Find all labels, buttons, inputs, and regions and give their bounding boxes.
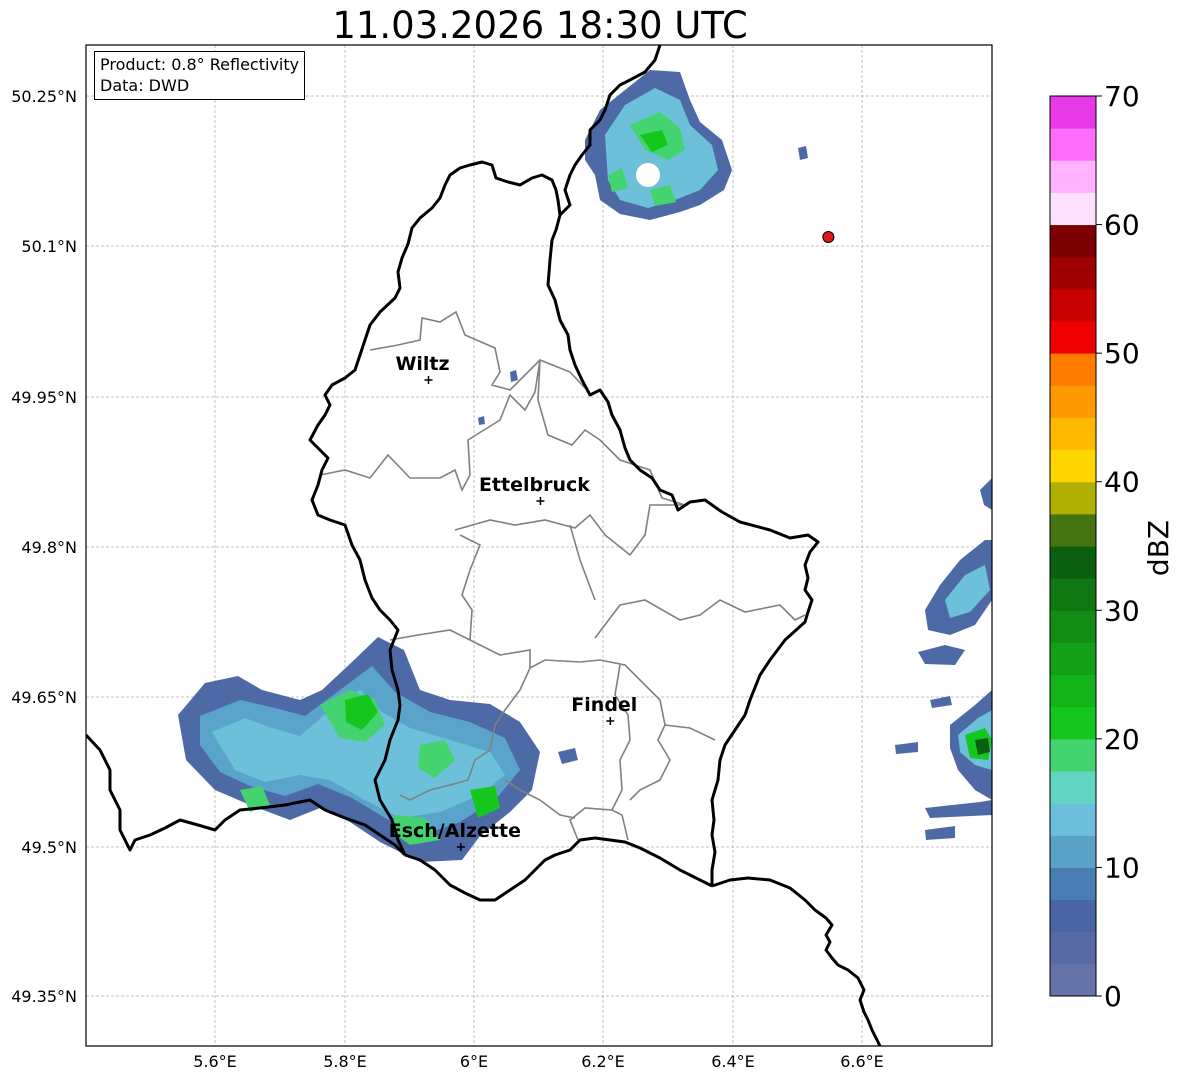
colorbar-segment [1050, 192, 1096, 226]
city-label: Esch/Alzette [389, 820, 521, 842]
radar-map: 50.25°N 50.1°N 49.95°N 49.8°N 49.65°N 49… [11, 44, 1175, 1071]
colorbar-ticks: 0 10 20 30 40 50 60 70 [1096, 80, 1140, 1013]
colorbar-segment [1050, 899, 1096, 933]
colorbar-segment [1050, 706, 1096, 740]
colorbar-tick-label: 50 [1104, 337, 1140, 370]
lon-label: 6.6°E [840, 1052, 884, 1071]
city-label: Findel [571, 694, 637, 716]
city-label: Wiltz [395, 353, 449, 375]
latitude-labels: 50.25°N 50.1°N 49.95°N 49.8°N 49.65°N 49… [11, 87, 77, 1006]
colorbar-segment [1050, 385, 1096, 418]
colorbar-segment [1050, 738, 1096, 772]
city-label: Ettelbruck [479, 474, 590, 496]
info-box: Product: 0.8° Reflectivity Data: DWD [94, 51, 306, 100]
lon-label: 5.6°E [193, 1052, 237, 1071]
colorbar-segment [1050, 642, 1096, 676]
lat-label: 50.1°N [21, 237, 77, 256]
country-borders [86, 45, 882, 1046]
precipitation-echo-east [478, 370, 992, 840]
colorbar-tick-label: 70 [1104, 80, 1140, 113]
colorbar-segment [1050, 546, 1096, 579]
lon-label: 6°E [460, 1052, 488, 1071]
colorbar-tick-label: 60 [1104, 209, 1140, 242]
lat-label: 49.65°N [11, 688, 77, 707]
city-wiltz: Wiltz [395, 353, 450, 384]
colorbar-tick-label: 20 [1104, 723, 1140, 756]
colorbar-segment [1050, 96, 1096, 129]
colorbar-segment [1050, 417, 1096, 451]
longitude-labels: 5.6°E 5.8°E 6°E 6.2°E 6.4°E 6.6°E [193, 1052, 884, 1071]
colorbar-segment [1050, 513, 1096, 547]
colorbar-tick-label: 10 [1104, 851, 1140, 884]
colorbar-segment [1050, 160, 1096, 193]
colorbar-segment [1050, 578, 1096, 611]
city-ettelbruck: Ettelbruck [479, 474, 590, 505]
colorbar-segment [1050, 771, 1096, 804]
lat-label: 50.25°N [11, 87, 77, 106]
colorbar-segment [1050, 224, 1096, 258]
map-frame [85, 44, 993, 1047]
colorbar-segment [1050, 128, 1096, 161]
colorbar-segment [1050, 674, 1096, 708]
lon-label: 5.8°E [323, 1052, 367, 1071]
colorbar-label: dBZ [1142, 520, 1175, 576]
colorbar-segment [1050, 867, 1096, 901]
city-findel: Findel [571, 694, 637, 725]
radar-site-marker[interactable] [822, 231, 835, 243]
colorbar-segment [1050, 321, 1096, 354]
colorbar-segment [1050, 835, 1096, 868]
colorbar-segment [1050, 449, 1096, 483]
colorbar-tick-label: 0 [1104, 980, 1122, 1013]
colorbar-segment [1050, 256, 1096, 290]
colorbar-segment [1050, 288, 1096, 322]
colorbar-segment [1050, 963, 1096, 997]
colorbar-segment [1050, 353, 1096, 386]
colorbar-segment [1050, 610, 1096, 643]
lat-label: 49.35°N [11, 987, 77, 1006]
colorbar-tick-label: 30 [1104, 594, 1140, 627]
colorbar-tick-label: 40 [1104, 466, 1140, 499]
lat-label: 49.8°N [21, 538, 77, 557]
colorbar-segment [1050, 931, 1096, 965]
lat-label: 49.5°N [21, 838, 77, 857]
product-text: Product: 0.8° Reflectivity [100, 55, 300, 74]
precipitation-echo-north [585, 70, 808, 220]
colorbar [1049, 95, 1097, 997]
data-source-text: Data: DWD [100, 76, 190, 95]
lon-label: 6.2°E [581, 1052, 625, 1071]
grid-lines [86, 45, 992, 1046]
lat-label: 49.95°N [11, 388, 77, 407]
lon-label: 6.4°E [711, 1052, 755, 1071]
colorbar-segment [1050, 803, 1096, 836]
colorbar-segment [1050, 481, 1096, 515]
